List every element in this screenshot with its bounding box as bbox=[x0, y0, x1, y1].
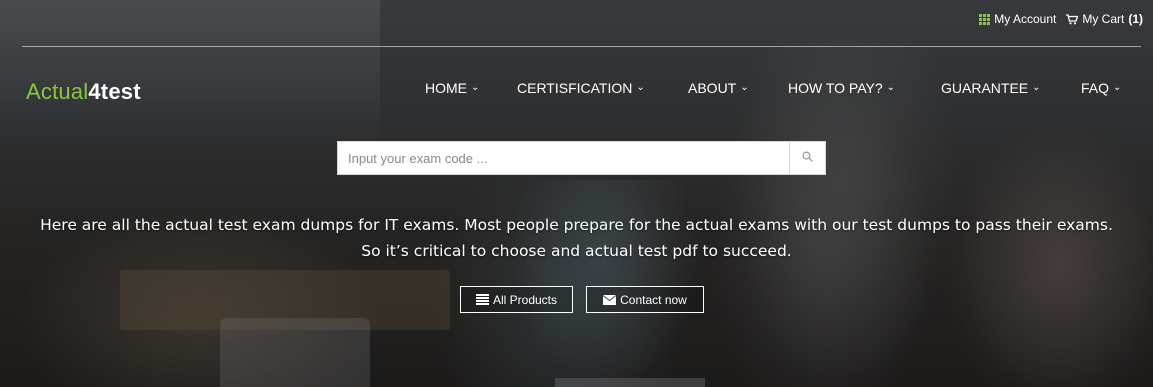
chevron-down-icon: ⌄ bbox=[471, 81, 480, 93]
header: My Account My Cart (1) Actual4test HOME … bbox=[0, 0, 1153, 387]
top-utility-bar: My Account My Cart (1) bbox=[979, 12, 1143, 26]
exam-search bbox=[337, 141, 826, 175]
nav-item-label: CERTISFICATION bbox=[517, 80, 633, 96]
nav-item-label: GUARANTEE bbox=[941, 80, 1029, 96]
contact-now-button[interactable]: Contact now bbox=[586, 286, 704, 313]
nav-item-faq[interactable]: FAQ ⌄ bbox=[1081, 80, 1121, 96]
nav-item-about[interactable]: ABOUT ⌄ bbox=[688, 80, 749, 96]
grid-icon bbox=[979, 13, 991, 25]
chevron-down-icon: ⌄ bbox=[740, 81, 749, 93]
all-products-button[interactable]: All Products bbox=[460, 286, 573, 313]
my-account-link[interactable]: My Account bbox=[979, 12, 1056, 26]
list-icon bbox=[475, 294, 489, 305]
nav-item-home[interactable]: HOME ⌄ bbox=[425, 80, 479, 96]
cart-count-badge: (1) bbox=[1128, 12, 1143, 26]
nav-item-label: ABOUT bbox=[688, 80, 737, 96]
hero-text: Here are all the actual test exam dumps … bbox=[40, 216, 1113, 260]
my-account-label: My Account bbox=[994, 12, 1057, 26]
cart-icon bbox=[1066, 13, 1079, 25]
search-input[interactable] bbox=[337, 141, 789, 175]
nav-item-certification[interactable]: CERTISFICATION ⌄ bbox=[517, 80, 645, 96]
all-products-label: All Products bbox=[492, 292, 558, 307]
main-nav: HOME ⌄ CERTISFICATION ⌄ ABOUT ⌄ HOW TO P… bbox=[0, 80, 1153, 100]
chevron-down-icon: ⌄ bbox=[636, 81, 645, 93]
nav-item-label: FAQ bbox=[1081, 80, 1110, 96]
search-icon bbox=[802, 149, 813, 167]
chevron-down-icon: ⌄ bbox=[1032, 81, 1041, 93]
my-cart-label: My Cart bbox=[1082, 12, 1125, 26]
my-cart-link[interactable]: My Cart (1) bbox=[1066, 12, 1143, 26]
envelope-icon bbox=[603, 294, 617, 305]
chevron-down-icon: ⌄ bbox=[1113, 81, 1122, 93]
nav-item-guarantee[interactable]: GUARANTEE ⌄ bbox=[941, 80, 1041, 96]
chevron-down-icon: ⌄ bbox=[886, 81, 896, 93]
nav-item-how-to-pay[interactable]: HOW TO PAY? ⌄ bbox=[788, 80, 895, 96]
nav-item-label: HOW TO PAY? bbox=[788, 80, 883, 96]
nav-item-label: HOME bbox=[425, 80, 467, 96]
search-button[interactable] bbox=[789, 141, 826, 175]
contact-now-label: Contact now bbox=[620, 292, 687, 307]
header-divider bbox=[22, 46, 1141, 47]
